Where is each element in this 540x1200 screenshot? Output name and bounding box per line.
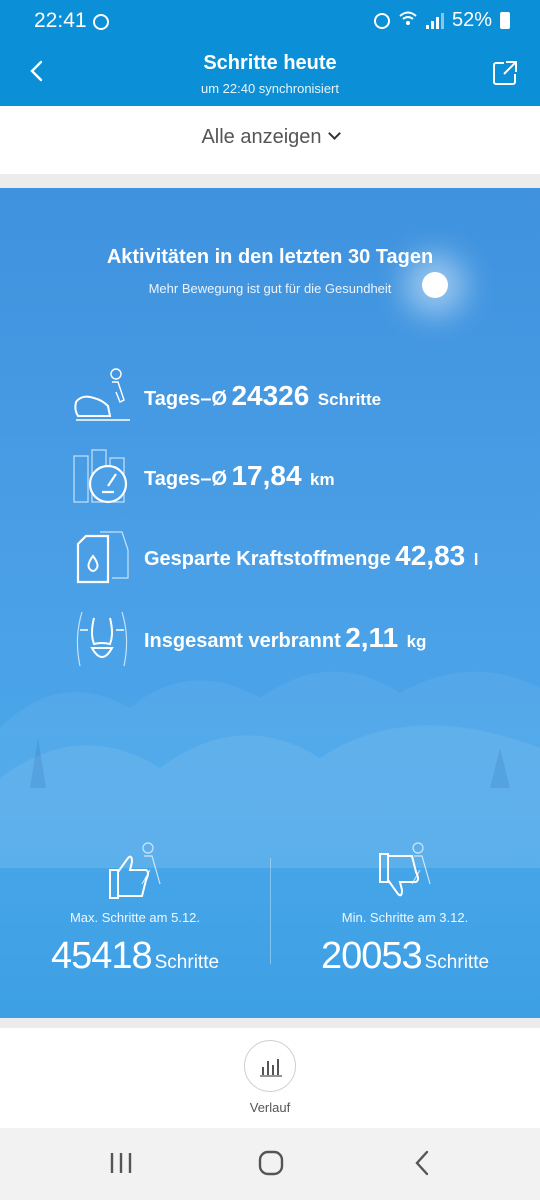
chevron-down-icon	[327, 127, 341, 140]
signal-icon	[425, 12, 444, 29]
stat-daily-steps: Tages–Ø 24326 Schritte	[72, 366, 512, 436]
sync-status: um 22:40 synchronisiert	[200, 81, 339, 96]
min-steps-value: 20053 Schritte	[270, 935, 540, 978]
stat-fuel-saved: Gesparte Kraftstoffmenge 42,83 l	[72, 526, 512, 596]
max-steps-label: Max. Schritte am 5.12.	[69, 910, 201, 925]
share-icon[interactable]	[492, 60, 518, 86]
filter-bar: Alle anzeigen	[0, 106, 540, 174]
back-icon[interactable]	[408, 1148, 438, 1178]
max-steps-value: 45418 Schritte	[0, 935, 270, 978]
thumbs-down-walker-icon	[379, 842, 431, 897]
thumbs-up-walker-icon	[109, 842, 161, 899]
stat-text: Tages–Ø 24326 Schritte	[144, 380, 381, 412]
stat-unit: km	[309, 470, 335, 489]
body-waist-icon	[76, 611, 128, 667]
wifi-icon	[398, 10, 418, 31]
stat-unit: Schritte	[317, 390, 382, 409]
stat-value: 42,83	[395, 540, 466, 571]
summary-heading: Aktivitäten in den letzten 30 Tagen	[106, 246, 434, 268]
stat-burned: Insgesamt verbrannt 2,11 kg	[72, 608, 512, 678]
max-steps-number: 45418	[50, 935, 153, 977]
min-steps-block: Min. Schritte am 3.12. 20053 Schritte	[270, 840, 540, 978]
stat-value: 2,11	[345, 622, 399, 653]
max-steps-block: Max. Schritte am 5.12. 45418 Schritte	[0, 840, 270, 978]
status-bar: 22:41 52%	[0, 0, 540, 40]
history-button[interactable]	[244, 1040, 296, 1092]
min-steps-unit: Schritte	[424, 952, 490, 973]
whatsapp-icon	[93, 14, 109, 30]
recents-icon[interactable]	[106, 1148, 136, 1178]
app-bar: Schritte heute um 22:40 synchronisiert	[0, 40, 540, 106]
summary-subheading: Mehr Bewegung ist gut für die Gesundheit	[148, 281, 392, 296]
speedometer-city-icon	[73, 449, 128, 504]
stat-label: Insgesamt verbrannt	[144, 630, 341, 652]
min-steps-number: 20053	[320, 935, 423, 977]
stat-value: 17,84	[231, 460, 302, 491]
activity-summary-panel: Aktivitäten in den letzten 30 Tagen Mehr…	[0, 188, 540, 1018]
shoe-walker-icon	[74, 368, 130, 421]
stat-daily-distance: Tages–Ø 17,84 km	[72, 446, 512, 516]
stat-unit: l	[473, 550, 479, 569]
stat-text: Gesparte Kraftstoffmenge 42,83 l	[144, 540, 478, 572]
page-title: Schritte heute	[203, 52, 337, 74]
battery-icon	[500, 12, 510, 29]
home-icon[interactable]	[256, 1148, 286, 1178]
status-time: 22:41	[34, 9, 87, 32]
history-label: Verlauf	[249, 1100, 291, 1115]
stat-value: 24326	[231, 380, 310, 411]
stat-label: Tages–Ø	[144, 388, 227, 410]
fuel-can-car-icon	[76, 531, 129, 584]
stat-text: Insgesamt verbrannt 2,11 kg	[144, 622, 426, 654]
min-steps-label: Min. Schritte am 3.12.	[341, 910, 469, 925]
stat-label: Gesparte Kraftstoffmenge	[144, 548, 391, 570]
bar-chart-icon	[260, 1059, 282, 1077]
status-icons: 52%	[373, 9, 510, 32]
bottom-bar: Verlauf	[0, 1028, 540, 1128]
alarm-icon	[373, 12, 390, 29]
show-all-label: Alle anzeigen	[201, 126, 322, 148]
system-nav-bar	[0, 1128, 540, 1200]
stat-text: Tages–Ø 17,84 km	[144, 460, 335, 492]
max-steps-unit: Schritte	[154, 952, 220, 973]
stat-label: Tages–Ø	[144, 468, 227, 490]
battery-level: 52%	[451, 9, 492, 31]
show-all-dropdown[interactable]: Alle anzeigen	[0, 126, 540, 149]
stat-unit: kg	[406, 632, 427, 651]
